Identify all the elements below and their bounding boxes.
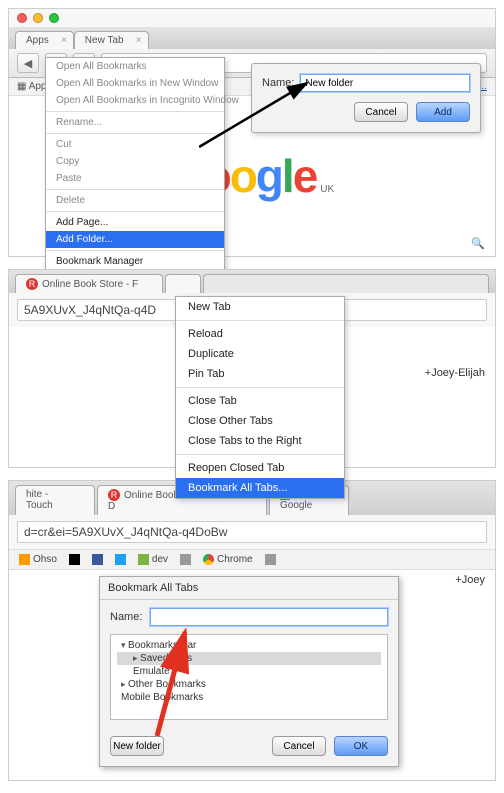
- menu-item: Open All Bookmarks in New Window: [46, 75, 224, 92]
- tab-strip: R Online Book Store - F: [9, 270, 495, 293]
- menu-item[interactable]: Bookmark All Tabs...: [176, 478, 344, 498]
- tab-strip: Apps × New Tab ×: [9, 27, 495, 49]
- bookmark-item[interactable]: [69, 554, 80, 565]
- back-button[interactable]: ◀: [17, 53, 39, 73]
- annotation-arrow-icon: [199, 79, 319, 149]
- tab-label: hite - Touch: [26, 489, 53, 511]
- menu-item[interactable]: Reload: [176, 324, 344, 344]
- cancel-button[interactable]: Cancel: [354, 102, 408, 122]
- menu-item: Copy: [46, 153, 224, 170]
- panel-bookmarks-add-folder: Apps× New Tab× ◀ ▶ ⟳ 🔍 ▦ Apps 📁 For qu I…: [8, 8, 496, 257]
- menu-item[interactable]: New Tab: [176, 297, 344, 317]
- cancel-button[interactable]: Cancel: [272, 736, 326, 756]
- menu-item[interactable]: Duplicate: [176, 344, 344, 364]
- close-window-icon[interactable]: [17, 13, 27, 23]
- menu-item: Open All Bookmarks: [46, 58, 224, 75]
- tab-label: Online Book Store - F: [42, 279, 138, 290]
- bookmark-item[interactable]: Ohso: [19, 554, 57, 565]
- tab-label: Apps: [26, 35, 49, 46]
- signed-in-user[interactable]: +Joey: [455, 574, 485, 586]
- bookmark-icon: [138, 554, 149, 565]
- bookmark-icon: [203, 554, 214, 565]
- minimize-window-icon[interactable]: [33, 13, 43, 23]
- bookmark-icon: [265, 554, 276, 565]
- favicon-icon: R: [108, 489, 120, 501]
- bookmark-name-input[interactable]: [150, 608, 388, 626]
- bookmark-icon: [115, 554, 126, 565]
- close-tab-icon[interactable]: ×: [61, 35, 67, 46]
- page-content: +Joey Bookmark All Tabs Name: Bookmarks …: [9, 570, 495, 780]
- bookmark-icon: [19, 554, 30, 565]
- menu-item: Rename...: [46, 114, 224, 131]
- zoom-window-icon[interactable]: [49, 13, 59, 23]
- panel-bookmark-all-tabs-dialog: hite - Touch ROnline Book Store - Free D…: [8, 480, 496, 781]
- menu-item: Open All Bookmarks in Incognito Window: [46, 92, 224, 109]
- tab-label: New Tab: [85, 35, 124, 46]
- bookmark-item[interactable]: [115, 554, 126, 565]
- bookmark-icon: [69, 554, 80, 565]
- favicon-icon: R: [26, 278, 38, 290]
- signed-in-user[interactable]: +Joey-Elijah: [425, 367, 485, 379]
- menu-item[interactable]: Close Tabs to the Right: [176, 431, 344, 451]
- bookmark-icon: [92, 554, 103, 565]
- menu-item[interactable]: Add Page...: [46, 214, 224, 231]
- annotation-arrow-icon: [137, 628, 197, 738]
- ok-button[interactable]: OK: [334, 736, 388, 756]
- tab-new[interactable]: New Tab ×: [74, 31, 149, 49]
- bookmarks-context-menu: Open All BookmarksOpen All Bookmarks in …: [45, 57, 225, 305]
- menu-item[interactable]: Add Folder...: [46, 231, 224, 248]
- menu-item[interactable]: Bookmark Manager: [46, 253, 224, 270]
- add-button[interactable]: Add: [416, 102, 470, 122]
- tab-label: Google: [280, 500, 312, 511]
- bookmark-item[interactable]: [265, 554, 276, 565]
- menu-item[interactable]: Close Tab: [176, 391, 344, 411]
- name-label: Name:: [110, 611, 142, 623]
- menu-item[interactable]: Close Other Tabs: [176, 411, 344, 431]
- search-icon[interactable]: 🔍: [471, 237, 485, 250]
- bookmark-item[interactable]: dev: [138, 554, 168, 565]
- menu-item[interactable]: Reopen Closed Tab: [176, 458, 344, 478]
- folder-name-input[interactable]: [300, 74, 470, 92]
- close-tab-icon[interactable]: ×: [136, 35, 142, 46]
- window-traffic-lights: [9, 9, 495, 27]
- tab-context-menu: New TabReloadDuplicatePin TabClose TabCl…: [175, 296, 345, 499]
- dialog-title: Bookmark All Tabs: [100, 577, 398, 600]
- panel-bookmark-all-tabs-menu: ROnline Book Store - F 5A9XUvX_J4qNtQa-q…: [8, 269, 496, 468]
- bookmark-icon: [180, 554, 191, 565]
- new-folder-button[interactable]: New folder: [110, 736, 164, 756]
- menu-item: Paste: [46, 170, 224, 187]
- tab-inactive[interactable]: [203, 274, 489, 293]
- tab-1[interactable]: hite - Touch: [15, 485, 95, 515]
- tab-active[interactable]: [165, 274, 201, 293]
- bookmark-item[interactable]: [92, 554, 103, 565]
- tab-bookstore[interactable]: R Online Book Store - F: [15, 274, 163, 293]
- address-bar[interactable]: d=cr&ei=5A9XUvX_J4qNtQa-q4DoBw: [17, 521, 487, 543]
- menu-item: Delete: [46, 192, 224, 209]
- tab-apps[interactable]: Apps ×: [15, 31, 74, 49]
- bookmark-item[interactable]: Chrome: [203, 554, 253, 565]
- bookmark-item[interactable]: [180, 554, 191, 565]
- bookmarks-bar: Ohso dev Chrome: [9, 549, 495, 570]
- menu-item: Cut: [46, 136, 224, 153]
- menu-item[interactable]: Pin Tab: [176, 364, 344, 384]
